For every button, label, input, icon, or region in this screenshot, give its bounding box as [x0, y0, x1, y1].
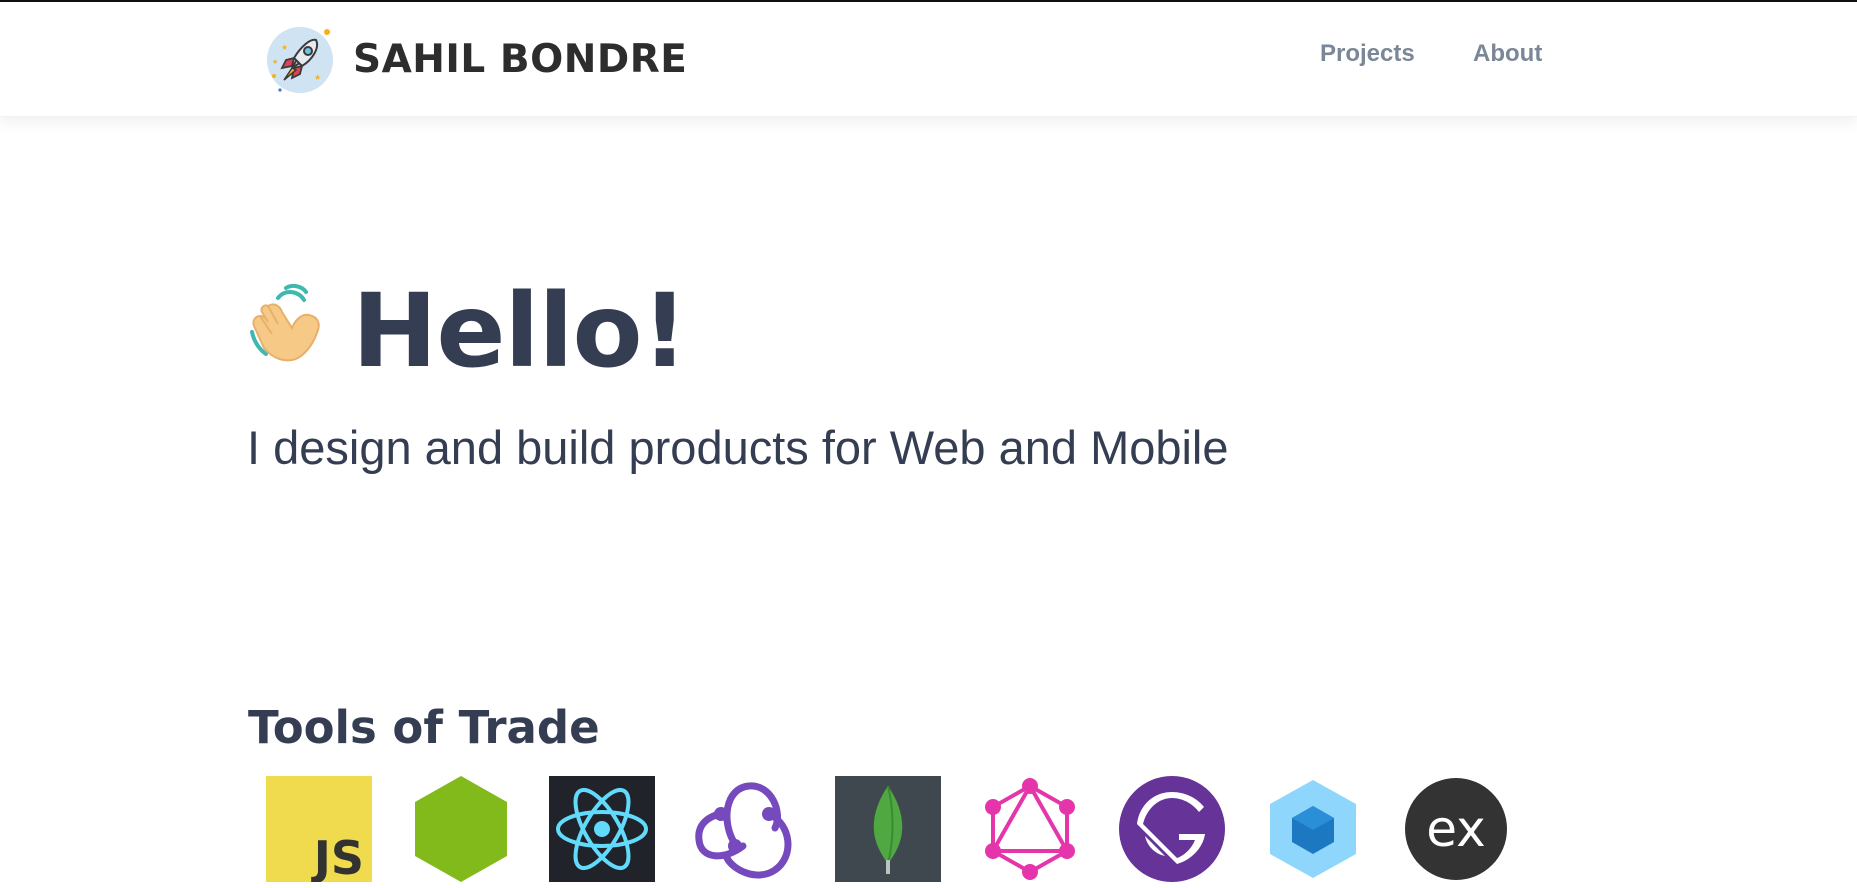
javascript-icon: JS	[266, 776, 372, 882]
javascript-glyph: JS	[311, 831, 364, 882]
express-icon: ex	[1403, 776, 1509, 882]
hero-subtitle: I design and build products for Web and …	[247, 421, 1229, 474]
express-glyph: ex	[1426, 800, 1485, 858]
react-icon	[549, 776, 655, 882]
svg-text:★: ★	[281, 43, 288, 52]
nodejs-icon	[408, 776, 514, 882]
site-header: ★ ★ ★ SAHIL BONDRE Projects About	[0, 2, 1857, 117]
tools-heading: Tools of Trade	[248, 701, 600, 754]
rocket-icon[interactable]: ★ ★ ★	[264, 24, 336, 96]
webpack-icon	[1260, 776, 1366, 882]
mongodb-icon	[835, 776, 941, 882]
gatsby-icon	[1119, 776, 1225, 882]
svg-text:★: ★	[272, 58, 278, 66]
nav-about-link[interactable]: About	[1473, 38, 1542, 70]
nav-projects-link[interactable]: Projects	[1320, 38, 1415, 70]
svg-text:★: ★	[314, 73, 321, 82]
site-brand[interactable]: SAHIL BONDRE	[353, 34, 687, 86]
waving-hand-icon	[248, 282, 342, 366]
hero-title: Hello!	[352, 272, 688, 391]
graphql-icon	[977, 776, 1083, 882]
redux-icon	[691, 776, 797, 882]
